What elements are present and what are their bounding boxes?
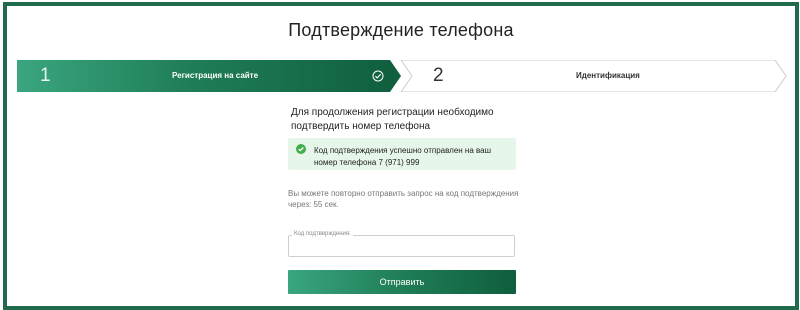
confirmation-code-input[interactable] bbox=[295, 241, 509, 255]
step-label: Регистрация на сайте bbox=[172, 71, 259, 80]
step-number: 2 bbox=[433, 65, 444, 86]
confirmation-code-field[interactable]: Код подтверждения: bbox=[288, 231, 515, 257]
submit-button[interactable]: Отправить bbox=[288, 270, 516, 294]
code-field-label: Код подтверждения: bbox=[292, 231, 353, 237]
success-alert: Код подтверждения успешно отправлен на в… bbox=[288, 138, 516, 170]
step-identification: 2 Идентификация bbox=[401, 60, 787, 92]
step-registration: 1 Регистрация на сайте bbox=[17, 60, 401, 92]
page-title: Подтверждение телефона bbox=[288, 20, 514, 40]
resend-timer-note: Вы можете повторно отправить запрос на к… bbox=[288, 189, 519, 209]
step-label: Идентификация bbox=[576, 71, 640, 80]
check-circle-icon bbox=[296, 144, 306, 154]
instructions-text: Для продолжения регистрации необходимо п… bbox=[291, 107, 494, 132]
step-number: 1 bbox=[40, 65, 51, 86]
check-circle-icon bbox=[372, 70, 384, 82]
progress-steps: 1 Регистрация на сайте 2 Идентификация bbox=[17, 60, 787, 92]
alert-message: Код подтверждения успешно отправлен на в… bbox=[314, 146, 492, 167]
